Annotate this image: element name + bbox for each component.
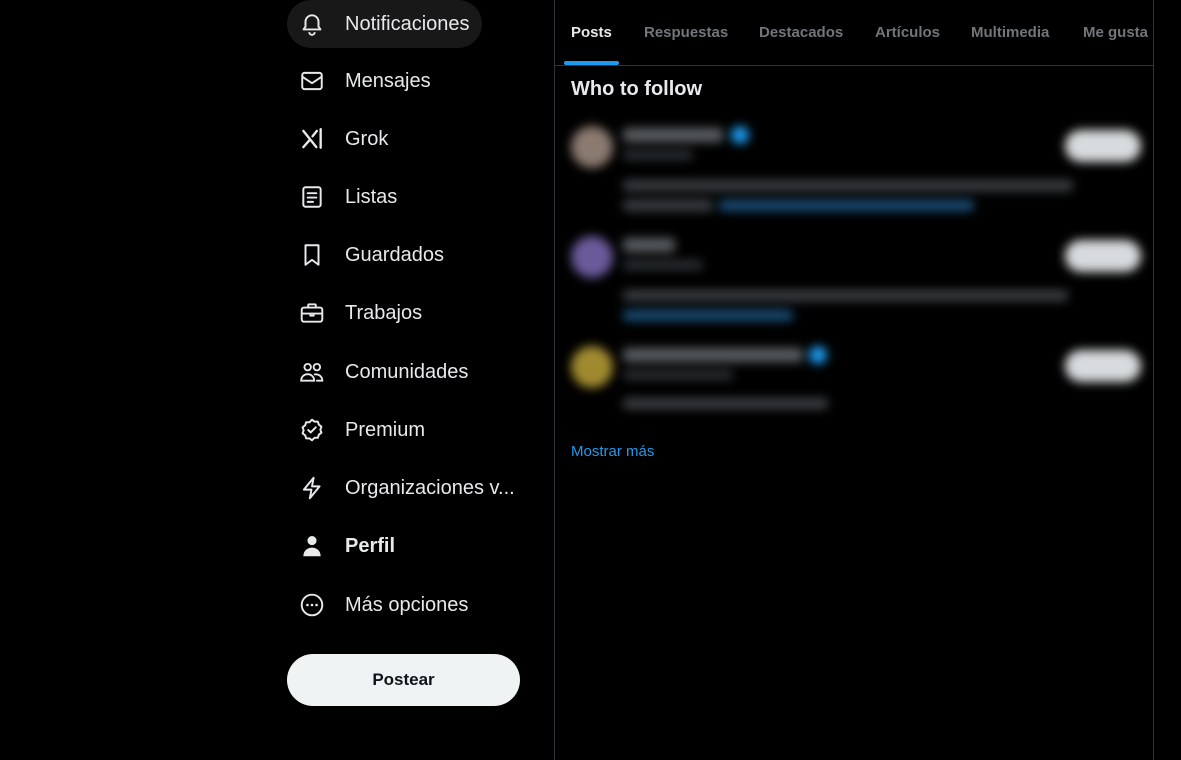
nav-label: Mensajes (345, 69, 431, 92)
tab-articulos[interactable]: Artículos (875, 0, 940, 65)
account-bio-redacted (623, 180, 1073, 191)
sidebar-nav: Notificaciones Mensajes Grok Listas Guar… (287, 0, 547, 760)
tab-posts[interactable]: Posts (571, 0, 612, 65)
suggested-account[interactable] (571, 338, 1141, 438)
tab-respuestas[interactable]: Respuestas (644, 0, 728, 65)
nav-label: Guardados (345, 243, 444, 266)
account-name-redacted (623, 238, 675, 252)
account-bio-link-redacted (719, 200, 974, 211)
avatar (571, 236, 613, 278)
account-name-redacted (623, 128, 723, 142)
nav-item-comunidades[interactable]: Comunidades (287, 348, 480, 396)
nav-item-notificaciones[interactable]: Notificaciones (287, 0, 482, 48)
tab-multimedia[interactable]: Multimedia (971, 0, 1049, 65)
profile-main-column: Posts Respuestas Destacados Artículos Mu… (554, 0, 1154, 760)
verified-icon (731, 126, 749, 144)
nav-item-premium[interactable]: Premium (287, 406, 437, 454)
avatar (571, 126, 613, 168)
follow-button[interactable] (1065, 130, 1141, 162)
briefcase-icon (299, 300, 325, 326)
nav-label: Organizaciones v... (345, 476, 515, 499)
account-bio-link-redacted (623, 310, 793, 321)
verified-icon (809, 346, 827, 364)
profile-tabs: Posts Respuestas Destacados Artículos Mu… (555, 0, 1153, 66)
bookmark-icon (299, 242, 325, 268)
bell-icon (299, 11, 325, 37)
nav-item-grok[interactable]: Grok (287, 115, 400, 163)
suggested-account[interactable] (571, 228, 1141, 328)
nav-label: Grok (345, 127, 389, 150)
nav-label: Listas (345, 185, 398, 208)
post-button[interactable]: Postear (287, 654, 520, 706)
communities-icon (299, 359, 325, 385)
account-bio-redacted (623, 200, 713, 211)
account-name-redacted (623, 348, 803, 362)
nav-item-organizaciones[interactable]: Organizaciones v... (287, 464, 527, 512)
avatar (571, 346, 613, 388)
who-to-follow-title: Who to follow (571, 78, 703, 100)
nav-item-guardados[interactable]: Guardados (287, 231, 456, 279)
account-handle-redacted (623, 260, 703, 270)
account-bio-redacted (623, 398, 828, 409)
suggested-account[interactable] (571, 118, 1141, 218)
nav-label: Trabajos (345, 301, 423, 324)
account-handle-redacted (623, 370, 733, 380)
nav-label: Más opciones (345, 593, 469, 616)
show-more-link[interactable]: Mostrar más (571, 443, 654, 460)
tab-me-gusta[interactable]: Me gusta (1083, 0, 1148, 65)
nav-label: Comunidades (345, 360, 469, 383)
grok-icon (299, 126, 325, 152)
account-handle-redacted (623, 150, 693, 160)
nav-label: Perfil (345, 534, 396, 557)
lightning-icon (299, 475, 325, 501)
envelope-icon (299, 68, 325, 94)
nav-item-trabajos[interactable]: Trabajos (287, 289, 434, 337)
follow-button[interactable] (1065, 240, 1141, 272)
verified-badge-icon (299, 417, 325, 443)
tab-destacados[interactable]: Destacados (759, 0, 843, 65)
nav-item-mas-opciones[interactable]: Más opciones (287, 581, 480, 629)
nav-item-listas[interactable]: Listas (287, 173, 409, 221)
active-tab-indicator (564, 61, 619, 65)
account-bio-redacted (623, 290, 1068, 301)
follow-button[interactable] (1065, 350, 1141, 382)
nav-item-mensajes[interactable]: Mensajes (287, 57, 443, 105)
nav-label: Premium (345, 418, 426, 441)
nav-label: Notificaciones (345, 12, 470, 35)
more-circle-icon (299, 592, 325, 618)
list-icon (299, 184, 325, 210)
person-icon (299, 533, 325, 559)
nav-item-perfil[interactable]: Perfil (287, 522, 407, 570)
